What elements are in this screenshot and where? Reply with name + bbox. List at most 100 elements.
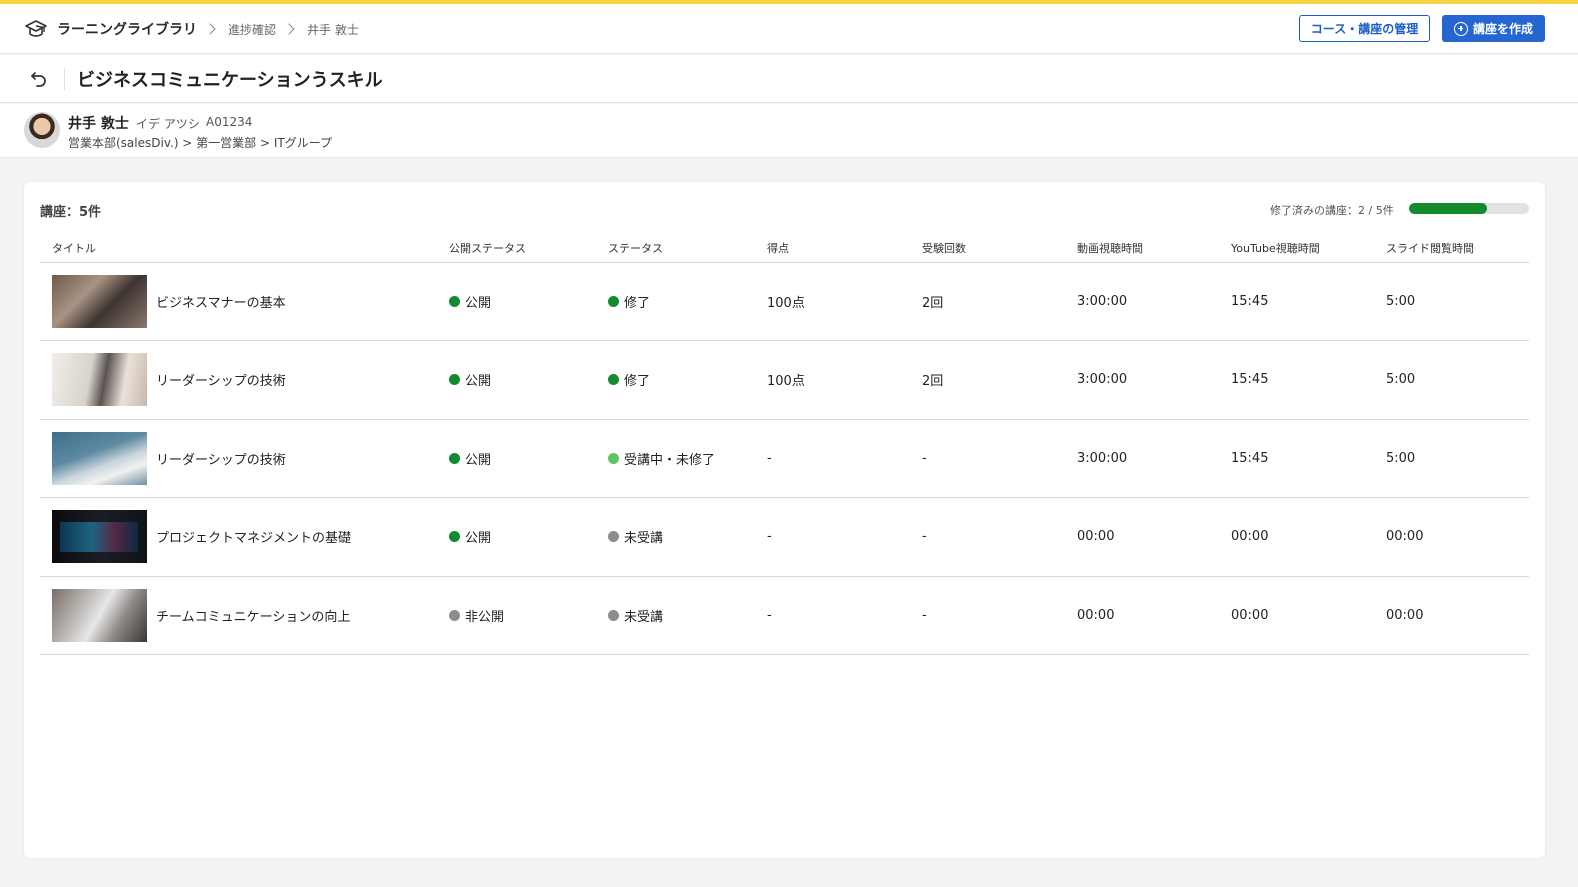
publish-cell: 非公開 [437,576,596,655]
course-card: 講座：5件 修了済みの講座：2 / 5件 タイトル 公開ステータス ステータス … [24,182,1545,858]
status-cell: 未受講 [596,576,755,655]
score-cell: 100点 [755,340,910,420]
course-title[interactable]: チームコミュニケーションの向上 [156,606,350,625]
status-dot [608,452,619,464]
course-status: 修了 [624,295,651,311]
attempts-cell: - [910,419,1065,498]
course-status: 未受講 [624,609,664,625]
publish-status: 非公開 [465,609,505,625]
video-time-cell: 3:00:00 [1065,419,1219,498]
table-row[interactable]: ビジネスマナーの基本 公開 修了 100点 2回 3:00:00 15:45 5… [40,262,1529,341]
course-thumbnail[interactable] [52,353,147,407]
status-dot [608,374,619,386]
youtube-time-cell: 15:45 [1219,419,1374,498]
publish-cell: 公開 [437,497,596,577]
user-info: 井手 敦士 イデ アツシ A01234 営業本部(salesDiv.) > 第一… [0,104,1578,158]
page-title: ビジネスコミュニケーションうスキル [77,70,383,91]
slide-time-cell: 5:00 [1374,340,1529,420]
completion-progress-bar [1409,203,1529,214]
publish-status-dot [449,609,460,621]
publish-status: 公開 [465,531,492,547]
status-cell: 受講中・未修了 [596,419,755,498]
brand-link[interactable]: ラーニングライブラリ [57,19,197,39]
user-org: 営業本部(salesDiv.) > 第一営業部 > ITグループ [68,136,333,150]
attempts-cell: 2回 [910,340,1065,420]
back-arrow-icon[interactable] [29,68,49,88]
score-cell: - [755,497,910,577]
title-cell: チームコミュニケーションの向上 [40,576,437,655]
slide-time-cell: 5:00 [1374,262,1529,341]
breadcrumb: ラーニングライブラリ 進捗確認 井手 敦士 [57,4,359,54]
attempts-cell: - [910,497,1065,577]
publish-status-dot [449,295,460,307]
course-thumbnail[interactable] [52,431,147,485]
user-name: 井手 敦士 [68,116,129,132]
table-row[interactable]: チームコミュニケーションの向上 非公開 未受講 - - 00:00 00:00 … [40,576,1529,655]
video-time-cell: 3:00:00 [1065,262,1219,341]
attempts-cell: 2回 [910,262,1065,341]
course-thumbnail[interactable] [52,510,147,564]
slide-time-cell: 00:00 [1374,576,1529,655]
course-status: 修了 [624,374,651,390]
chevron-right-icon [204,23,216,35]
publish-cell: 公開 [437,340,596,420]
title-cell: リーダーシップの技術 [40,419,437,498]
publish-status: 公開 [465,295,492,311]
publish-cell: 公開 [437,262,596,341]
publish-status: 公開 [465,452,492,468]
course-title[interactable]: ビジネスマナーの基本 [156,292,286,311]
youtube-time-cell: 00:00 [1219,497,1374,577]
column-header-status[interactable]: ステータス [596,234,755,263]
status-cell: 未受講 [596,497,755,577]
publish-status: 公開 [465,374,492,390]
manage-courses-label: コース・講座の管理 [1310,22,1419,36]
completion-progress-fill [1409,203,1487,214]
title-cell: プロジェクトマネジメントの基礎 [40,497,437,577]
create-course-button[interactable]: 講座を作成 [1442,15,1545,42]
score-cell: - [755,419,910,498]
score-cell: 100点 [755,262,910,341]
table-row[interactable]: プロジェクトマネジメントの基礎 公開 未受講 - - 00:00 00:00 0… [40,497,1529,577]
video-time-cell: 3:00:00 [1065,340,1219,420]
table-row[interactable]: リーダーシップの技術 公開 修了 100点 2回 3:00:00 15:45 5… [40,340,1529,420]
course-title[interactable]: プロジェクトマネジメントの基礎 [156,527,351,546]
title-cell: リーダーシップの技術 [40,340,437,420]
column-header-publish[interactable]: 公開ステータス [437,234,596,263]
title-bar: ビジネスコミュニケーションうスキル [0,55,1578,103]
attempts-cell: - [910,576,1065,655]
publish-status-dot [449,452,460,464]
column-header-attempts[interactable]: 受験回数 [910,234,1065,263]
course-thumbnail[interactable] [52,588,147,642]
course-status: 未受講 [624,531,664,547]
column-header-youtube-time[interactable]: YouTube視聴時間 [1219,234,1374,263]
status-cell: 修了 [596,262,755,341]
slide-time-cell: 5:00 [1374,419,1529,498]
course-title[interactable]: リーダーシップの技術 [156,370,286,389]
status-dot [608,531,619,543]
course-status: 受講中・未修了 [624,452,716,468]
status-dot [608,295,619,307]
course-table: タイトル 公開ステータス ステータス 得点 受験回数 動画視聴時間 YouTub… [40,234,1529,655]
course-count: 講座：5件 [40,205,102,220]
publish-cell: 公開 [437,419,596,498]
user-kana: イデ アツシ [136,117,200,131]
column-header-score[interactable]: 得点 [755,234,910,263]
completion-label: 修了済みの講座：2 / 5件 [1270,204,1394,217]
video-time-cell: 00:00 [1065,497,1219,577]
column-header-title[interactable]: タイトル [40,234,437,263]
score-cell: - [755,576,910,655]
table-row[interactable]: リーダーシップの技術 公開 受講中・未修了 - - 3:00:00 15:45 … [40,419,1529,498]
breadcrumb-user: 井手 敦士 [307,22,359,37]
title-divider [64,68,65,90]
title-cell: ビジネスマナーの基本 [40,262,437,341]
chevron-right-icon [283,23,295,35]
avatar [24,112,60,148]
course-thumbnail[interactable] [52,274,147,328]
breadcrumb-progress[interactable]: 進捗確認 [228,21,276,38]
course-title[interactable]: リーダーシップの技術 [156,449,286,468]
column-header-slide-time[interactable]: スライド閲覧時間 [1374,234,1529,263]
manage-courses-button[interactable]: コース・講座の管理 [1299,15,1430,42]
status-cell: 修了 [596,340,755,420]
column-header-video-time[interactable]: 動画視聴時間 [1065,234,1219,263]
status-dot [608,609,619,621]
